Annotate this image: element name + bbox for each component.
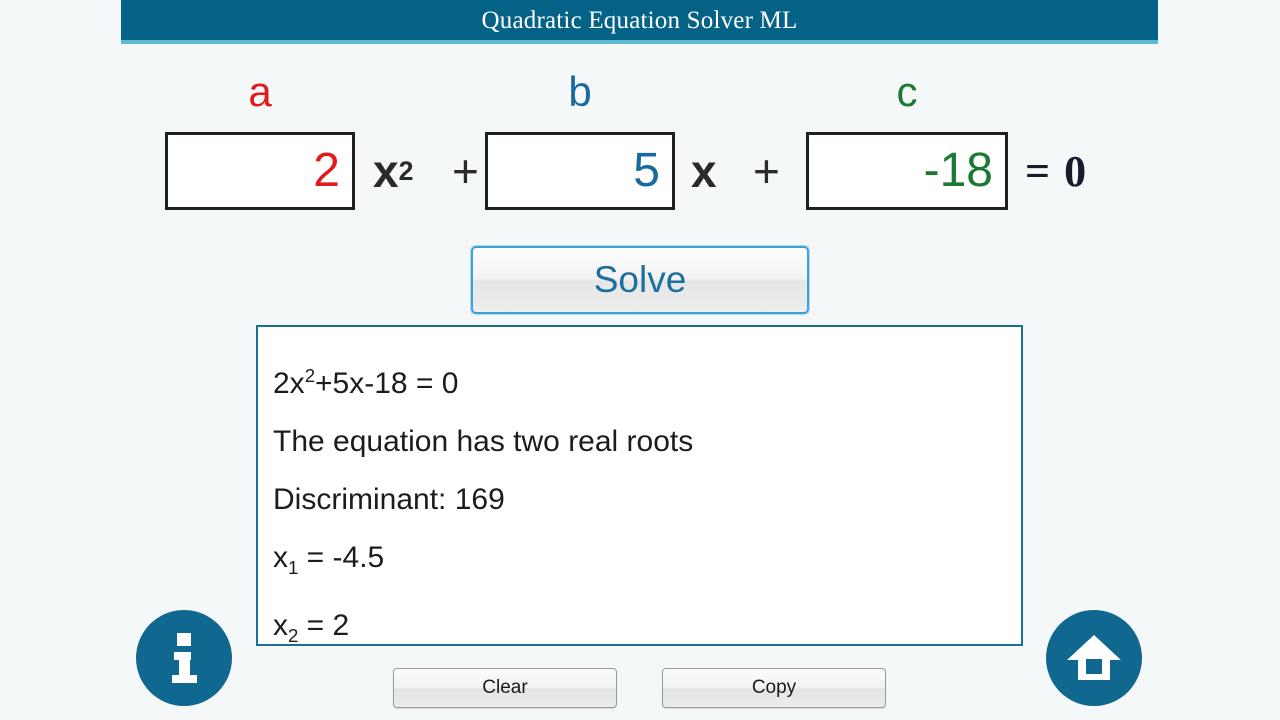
result-equation-suffix: +5x-18 = 0 bbox=[315, 367, 459, 400]
equals-symbol: = bbox=[1025, 146, 1051, 196]
result-equation-prefix: 2x bbox=[273, 367, 305, 400]
result-x1-suffix: = -4.5 bbox=[298, 541, 385, 574]
equation-input-row: a 2 x2 + b 5 x + c -18 = 0 bbox=[121, 60, 1158, 220]
equals-zero-symbol: = 0 bbox=[1025, 132, 1086, 210]
plus-symbol-1: + bbox=[452, 145, 479, 197]
clear-button-label: Clear bbox=[482, 677, 528, 698]
results-panel[interactable]: 2x2+5x-18 = 0 The equation has two real … bbox=[256, 325, 1023, 646]
solve-button-label: Solve bbox=[593, 259, 687, 300]
app-title-bar: Quadratic Equation Solver ML bbox=[121, 0, 1158, 44]
solve-button[interactable]: Solve bbox=[471, 246, 809, 314]
result-x2-sub: 2 bbox=[288, 625, 299, 646]
coefficient-b-label: b bbox=[568, 68, 592, 115]
coefficient-a-value: 2 bbox=[313, 144, 340, 197]
coefficient-b-input[interactable]: 5 bbox=[485, 132, 675, 210]
result-equation-sup: 2 bbox=[304, 365, 316, 386]
info-icon bbox=[163, 632, 205, 684]
result-discriminant: Discriminant: 169 bbox=[273, 483, 505, 516]
home-icon bbox=[1066, 633, 1122, 683]
result-x1-sub: 1 bbox=[288, 557, 299, 578]
zero-symbol: 0 bbox=[1064, 146, 1087, 196]
app-title-bar-inner: Quadratic Equation Solver ML bbox=[121, 0, 1158, 41]
x-symbol: x bbox=[691, 145, 717, 197]
result-root-x2: x2 = 2 bbox=[273, 597, 1021, 665]
home-button[interactable] bbox=[1046, 610, 1142, 706]
copy-button[interactable]: Copy bbox=[662, 668, 886, 708]
result-root-type: The equation has two real roots bbox=[273, 425, 694, 458]
info-button[interactable] bbox=[136, 610, 232, 706]
plus-symbol-2: + bbox=[753, 145, 780, 197]
title-bar-underline bbox=[121, 40, 1158, 44]
result-equation-echo: 2x2+5x-18 = 0 bbox=[273, 347, 1021, 413]
result-root-x1: x1 = -4.5 bbox=[273, 529, 1021, 597]
result-x2-prefix: x bbox=[273, 609, 288, 642]
coefficient-c-label: c bbox=[896, 68, 918, 115]
result-x2-suffix: = 2 bbox=[298, 609, 350, 642]
coefficient-c-value: -18 bbox=[923, 144, 993, 197]
x-squared-symbol: x2 bbox=[373, 145, 414, 197]
result-x1-prefix: x bbox=[273, 541, 288, 574]
page-title: Quadratic Equation Solver ML bbox=[481, 6, 798, 34]
coefficient-c-input[interactable]: -18 bbox=[806, 132, 1008, 210]
coefficient-a-input[interactable]: 2 bbox=[165, 132, 355, 210]
copy-button-label: Copy bbox=[751, 677, 797, 698]
coefficient-b-value: 5 bbox=[633, 144, 660, 197]
coefficient-a-label: a bbox=[248, 68, 272, 115]
clear-button[interactable]: Clear bbox=[393, 668, 617, 708]
